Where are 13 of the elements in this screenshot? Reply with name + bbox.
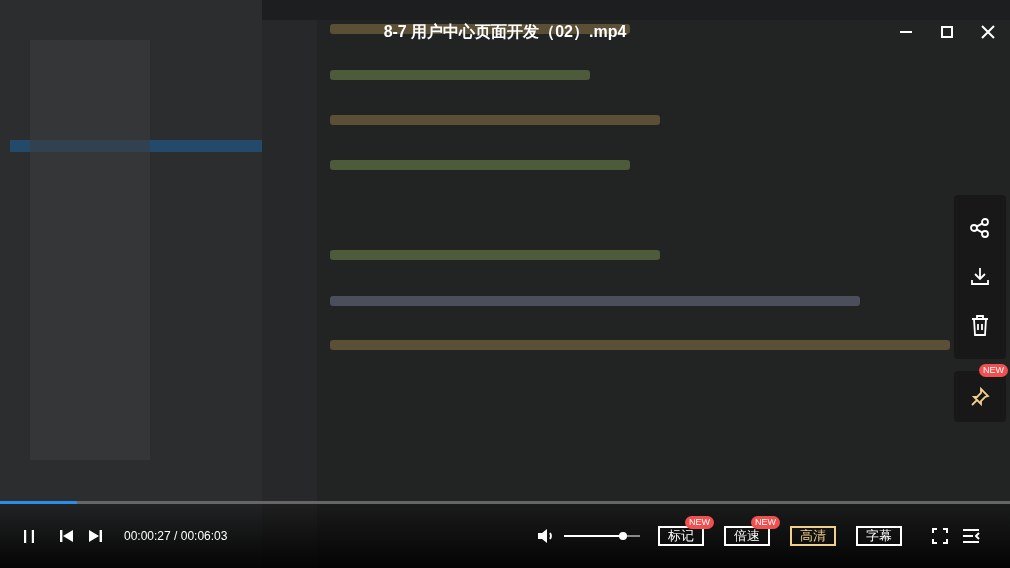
fullscreen-icon[interactable] — [932, 528, 948, 544]
playlist-icon[interactable] — [962, 528, 980, 544]
pin-icon — [969, 385, 991, 408]
time-display: 00:00:27 / 00:06:03 — [124, 529, 228, 543]
share-icon[interactable] — [969, 217, 991, 239]
pin-button[interactable] — [954, 371, 1006, 422]
video-title: 8-7 用户中心页面开发（02）.mp4 — [383, 23, 627, 40]
player-option-button[interactable]: 高清 — [790, 526, 836, 546]
delete-icon[interactable] — [969, 313, 991, 337]
player-option-button[interactable]: 字幕 — [856, 526, 902, 546]
previous-icon[interactable] — [58, 527, 76, 545]
download-icon[interactable] — [969, 265, 991, 287]
next-icon[interactable] — [86, 527, 104, 545]
